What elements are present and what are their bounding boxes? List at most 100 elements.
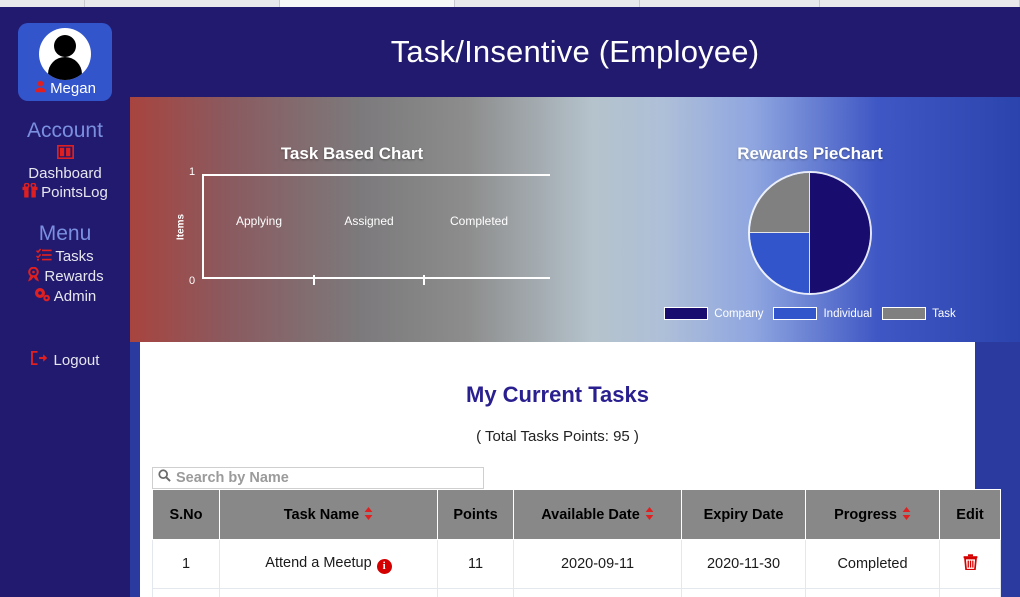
cell-edit xyxy=(939,539,1001,589)
columns-icon xyxy=(0,144,130,164)
legend-label-individual: Individual xyxy=(823,307,873,320)
cell-task-name xyxy=(219,588,438,597)
sort-arrows-icon[interactable] xyxy=(364,507,373,524)
pie-graphic xyxy=(750,173,870,293)
task-name-text: Attend a Meetup xyxy=(265,554,372,571)
user-icon xyxy=(34,80,47,97)
sidebar-item-admin[interactable]: Admin xyxy=(0,287,130,307)
browser-tab[interactable] xyxy=(0,0,85,7)
user-avatar-icon xyxy=(39,28,91,80)
bar-chart-xticklabels: Applying Assigned Completed xyxy=(204,214,534,228)
legend-label-company: Company xyxy=(714,307,764,320)
cell-sno: 1 xyxy=(152,539,220,589)
avatar-name-row: Megan xyxy=(18,80,112,97)
browser-tab[interactable] xyxy=(640,0,820,7)
legend-item-company: Company xyxy=(664,307,763,320)
col-available-date[interactable]: Available Date xyxy=(513,489,682,540)
x-tick-applying: Applying xyxy=(235,214,283,228)
col-task-name[interactable]: Task Name xyxy=(219,489,438,540)
search-input[interactable]: Search by Name xyxy=(152,467,484,489)
col-points[interactable]: Points xyxy=(437,489,514,540)
sort-arrows-icon[interactable] xyxy=(645,507,654,524)
pie-slice-company xyxy=(810,173,870,293)
avatar[interactable]: Megan xyxy=(18,23,112,101)
charts-banner: Task Based Chart Items 1 0 Applying Assi… xyxy=(130,97,1020,342)
cell-available-date: 2020-09-11 xyxy=(513,539,682,589)
sidebar-section-account: Account xyxy=(27,119,103,142)
app-root: Megan Account Dashboard PointsLog Menu T… xyxy=(0,0,1020,597)
list-check-icon xyxy=(36,248,52,267)
legend-item-task: Task xyxy=(882,307,956,320)
task-based-chart: Task Based Chart Items 1 0 Applying Assi… xyxy=(152,97,552,342)
browser-tab-strip[interactable] xyxy=(0,0,1020,7)
x-tick-assigned: Assigned xyxy=(344,214,394,228)
table-row[interactable]: 1 Attend a Meetup i 11 2020-09-11 2020-11… xyxy=(152,539,1001,589)
cell-expiry-date: 2020-11-30 xyxy=(681,539,806,589)
tasks-table: S.No Task Name Points Available Date Exp… xyxy=(152,489,1001,597)
logout-button[interactable]: Logout xyxy=(0,351,130,369)
col-label-progress: Progress xyxy=(834,507,897,523)
sidebar-item-label-rewards: Rewards xyxy=(44,267,104,285)
sidebar-item-label-admin: Admin xyxy=(53,288,97,306)
search-icon xyxy=(158,469,171,487)
sidebar: Megan Account Dashboard PointsLog Menu T… xyxy=(0,7,130,597)
y-tick-1: 1 xyxy=(189,166,196,178)
bar-chart-ylabel: Items xyxy=(175,213,187,240)
total-points-label: ( Total Tasks Points: 95 ) xyxy=(476,428,639,445)
table-header-row: S.No Task Name Points Available Date Exp… xyxy=(152,489,1001,540)
cell-task-name: Attend a Meetup i xyxy=(219,539,438,589)
table-row[interactable] xyxy=(152,588,1001,597)
col-label-points: Points xyxy=(453,506,498,523)
cell-expiry-date xyxy=(681,588,806,597)
sidebar-section-menu: Menu xyxy=(38,221,92,245)
legend-item-individual: Individual xyxy=(773,307,872,320)
award-icon xyxy=(26,266,41,287)
bar-chart-title: Task Based Chart xyxy=(280,144,424,163)
col-label-available-date: Available Date xyxy=(541,507,640,523)
col-sno[interactable]: S.No xyxy=(152,489,220,540)
pie-legend: Company Individual Task xyxy=(600,307,1020,320)
cell-points: 11 xyxy=(437,539,514,589)
main-panel: My Current Tasks ( Total Tasks Points: 9… xyxy=(140,342,1001,597)
cogs-icon xyxy=(34,287,51,307)
col-expiry-date[interactable]: Expiry Date xyxy=(681,489,806,540)
sidebar-item-label-pointslog: PointsLog xyxy=(41,184,108,202)
avatar-username: Megan xyxy=(50,80,96,97)
y-tick-0: 0 xyxy=(189,275,196,287)
rewards-pie-chart: Rewards PieChart Company Individual Task xyxy=(600,97,1020,342)
browser-tab[interactable] xyxy=(820,0,1020,7)
x-tick-completed: Completed xyxy=(449,214,509,228)
sidebar-item-dashboard[interactable]: Dashboard xyxy=(0,144,130,183)
col-label-task-name: Task Name xyxy=(283,507,360,523)
cell-edit xyxy=(939,588,1001,597)
page-title: Task/Insentive (Employee) xyxy=(390,34,760,69)
sidebar-item-label-dashboard: Dashboard xyxy=(28,165,102,182)
sort-arrows-icon[interactable] xyxy=(902,507,911,524)
search-placeholder: Search by Name xyxy=(176,470,289,486)
pie-slice-individual xyxy=(750,233,810,293)
trash-icon[interactable] xyxy=(963,554,978,574)
browser-tab[interactable] xyxy=(455,0,640,7)
pie-chart-title: Rewards PieChart xyxy=(737,144,883,163)
legend-swatch-individual xyxy=(773,307,818,320)
logout-label: Logout xyxy=(53,351,100,369)
col-edit[interactable]: Edit xyxy=(939,489,1001,540)
sidebar-item-pointslog[interactable]: PointsLog xyxy=(0,182,130,203)
cell-sno xyxy=(152,588,220,597)
col-label-sno: S.No xyxy=(169,506,203,523)
legend-swatch-task xyxy=(882,307,927,320)
pie-slice-task xyxy=(750,173,810,233)
browser-tab-active[interactable] xyxy=(280,0,455,7)
cell-progress: Completed xyxy=(805,539,940,589)
page-header: Task/Insentive (Employee) xyxy=(130,7,1020,97)
info-icon[interactable]: i xyxy=(376,558,392,574)
cell-points xyxy=(437,588,514,597)
browser-tab[interactable] xyxy=(85,0,280,7)
section-title: My Current Tasks xyxy=(466,382,649,407)
gift-icon xyxy=(22,182,38,203)
sidebar-item-tasks[interactable]: Tasks xyxy=(0,248,130,267)
col-progress[interactable]: Progress xyxy=(805,489,940,540)
legend-swatch-company xyxy=(664,307,709,320)
sidebar-item-rewards[interactable]: Rewards xyxy=(0,266,130,287)
sign-out-icon xyxy=(30,351,48,369)
